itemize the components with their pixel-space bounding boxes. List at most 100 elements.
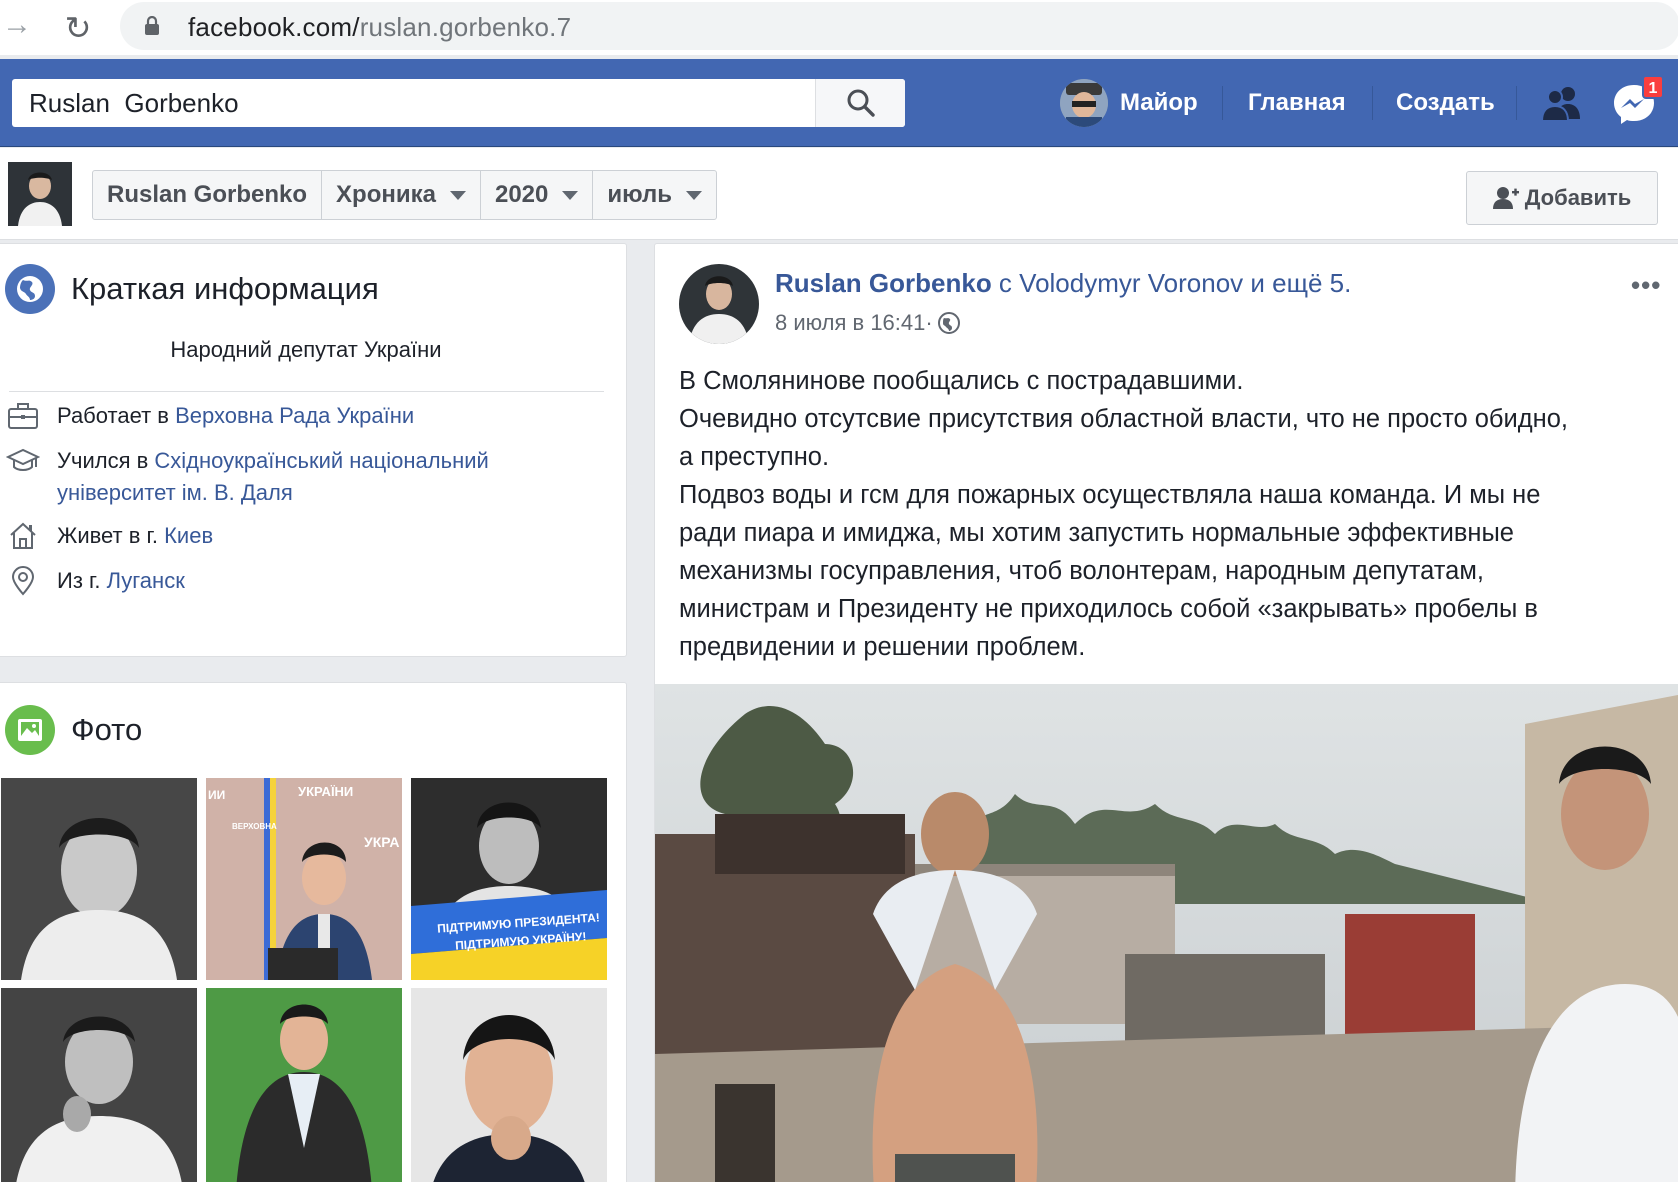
user-avatar[interactable] [1060, 79, 1108, 127]
intro-header: Краткая информация [5, 264, 379, 314]
home-link[interactable]: Главная [1248, 89, 1346, 117]
back-arrow-icon[interactable]: → [0, 8, 34, 42]
post-line: механизмы госуправления, чтоб волонтерам… [679, 557, 1484, 585]
podium-sign-text: ВЕРХОВНА [232, 822, 277, 831]
post-line: Очевидно отсутсвие присутствия областной… [679, 405, 1569, 433]
add-friend-button[interactable]: Добавить [1466, 171, 1658, 225]
post-line: ради пиара и имиджа, мы хотим запустить … [679, 519, 1514, 547]
search-box: Ruslan Gorbenko [12, 79, 905, 127]
lives-row: Живет в г. Киев [5, 520, 213, 552]
hometown-row: Из г. Луганск [5, 565, 185, 597]
profile-thumbnail[interactable] [8, 162, 72, 226]
crumb-timeline[interactable]: Хроника [322, 171, 481, 219]
post-card: Ruslan Gorbenko с Volodymyr Voronov и ещ… [654, 243, 1678, 1182]
photo-thumbnail[interactable] [1, 778, 197, 980]
photo-icon [5, 705, 55, 755]
lives-link[interactable]: Киев [164, 523, 213, 548]
intro-title: Краткая информация [71, 271, 379, 306]
post-body: В Смолянинове пообщались с пострадавшими… [679, 362, 1669, 666]
post-line: предвидении и решении проблем. [679, 633, 1086, 661]
graduation-cap-icon [5, 445, 41, 477]
post-line: а преступно. [679, 443, 830, 471]
add-friend-label: Добавить [1524, 185, 1632, 210]
post-photo[interactable] [655, 684, 1678, 1182]
tagged-user-link[interactable]: Volodymyr Voronov [1019, 268, 1243, 298]
url-path: ruslan.gorbenko.7 [359, 12, 572, 42]
header-divider [1222, 86, 1223, 120]
post-options-button[interactable]: ••• [1631, 270, 1661, 301]
post-line: министрам и Президенту не приходилось со… [679, 595, 1538, 623]
photos-title: Фото [71, 712, 143, 747]
profile-subheader: Ruslan Gorbenko Хроника 2020 июль Добави… [0, 148, 1678, 240]
url-text: facebook.com/ruslan.gorbenko.7 [188, 12, 571, 43]
photo-thumbnail[interactable] [411, 988, 607, 1182]
search-input[interactable]: Ruslan Gorbenko [12, 79, 822, 127]
crumb-profile-name[interactable]: Ruslan Gorbenko [93, 171, 323, 219]
education-prefix: Учился в [57, 448, 155, 473]
lives-text: Живет в г. Киев [57, 520, 213, 552]
meta-separator: · [925, 310, 933, 335]
globe-icon [5, 264, 55, 314]
post-line: В Смолянинове пообщались с пострадавшими… [679, 367, 1244, 395]
photos-card: Фото УКРАЇНИ ВЕРХОВНА УКРА ИИ ПІДТРИМУЮ … [0, 682, 627, 1182]
post-header-line: Ruslan Gorbenko с Volodymyr Voronov и ещ… [775, 268, 1351, 299]
reload-icon[interactable]: ↻ [58, 8, 98, 48]
facebook-header: Ruslan Gorbenko Майор Главная Создать 1 [0, 59, 1678, 147]
photo-thumbnail[interactable] [206, 988, 402, 1182]
work-link[interactable]: Верховна Рада України [175, 403, 414, 428]
education-link-cont[interactable]: університет ім. В. Даля [57, 480, 293, 505]
crumb-label: Хроника [336, 181, 436, 208]
briefcase-icon [5, 400, 41, 432]
create-link[interactable]: Создать [1396, 89, 1495, 117]
chevron-down-icon [686, 190, 703, 200]
intro-bio: Народний депутат України [170, 337, 442, 362]
globe-icon[interactable] [937, 311, 961, 335]
messages-badge: 1 [1642, 75, 1664, 99]
add-friend-icon [1492, 187, 1519, 209]
with-text: с [991, 268, 1020, 298]
browser-toolbar: → ↻ facebook.com/ruslan.gorbenko.7 [0, 0, 1678, 55]
divider [9, 391, 604, 392]
post-meta: 8 июля в 16:41 · [775, 310, 961, 336]
lives-prefix: Живет в г. [57, 523, 165, 548]
chevron-down-icon [449, 190, 466, 200]
intro-card: Краткая информация Народний депутат Укра… [0, 243, 627, 657]
post-line: Подвоз воды и гсм для пожарных осуществл… [679, 481, 1541, 509]
photos-header: Фото [5, 705, 142, 755]
header-divider [1372, 86, 1373, 120]
hometown-link[interactable]: Луганск [107, 568, 185, 593]
work-row: Работает в Верховна Рада України [5, 400, 414, 432]
crumb-label: 2020 [494, 181, 549, 208]
url-host: facebook.com/ [188, 12, 360, 42]
hometown-prefix: Из г. [57, 568, 107, 593]
friend-requests-icon[interactable] [1540, 81, 1584, 125]
lock-icon [145, 16, 159, 35]
profile-link[interactable]: Майор [1120, 89, 1198, 117]
education-link[interactable]: Східноукраїнський національний [154, 448, 488, 473]
education-row: Учился в Східноукраїнський національний у… [5, 445, 489, 509]
header-divider [1516, 86, 1517, 120]
post-author-link[interactable]: Ruslan Gorbenko [775, 268, 992, 298]
timeline-breadcrumb: Ruslan Gorbenko Хроника 2020 июль [92, 170, 718, 220]
location-pin-icon [5, 565, 41, 597]
podium-sign-text: УКРАЇНИ [298, 784, 354, 799]
crumb-label: июль [607, 181, 673, 208]
search-button[interactable] [815, 79, 905, 127]
crumb-label: Ruslan Gorbenko [107, 181, 308, 208]
photo-thumbnail[interactable]: ПІДТРИМУЮ ПРЕЗИДЕНТА! ПІДТРИМУЮ УКРАЇНУ! [411, 778, 607, 980]
work-text: Работает в Верховна Рада України [57, 400, 414, 432]
chevron-down-icon [562, 190, 579, 200]
home-icon [5, 520, 41, 552]
work-prefix: Работает в [57, 403, 176, 428]
crumb-month[interactable]: июль [593, 171, 716, 219]
podium-sign-text: УКРА [364, 834, 400, 850]
post-timestamp[interactable]: 8 июля в 16:41 [775, 310, 925, 336]
photo-thumbnail[interactable]: УКРАЇНИ ВЕРХОВНА УКРА ИИ [206, 778, 402, 980]
tagged-others-link[interactable]: и ещё 5. [1243, 268, 1351, 298]
address-bar[interactable]: facebook.com/ruslan.gorbenko.7 [120, 2, 1678, 50]
podium-sign-text: ИИ [208, 788, 226, 802]
hometown-text: Из г. Луганск [57, 565, 185, 597]
post-author-avatar[interactable] [679, 264, 759, 344]
crumb-year[interactable]: 2020 [481, 171, 594, 219]
photo-thumbnail[interactable] [1, 988, 197, 1182]
